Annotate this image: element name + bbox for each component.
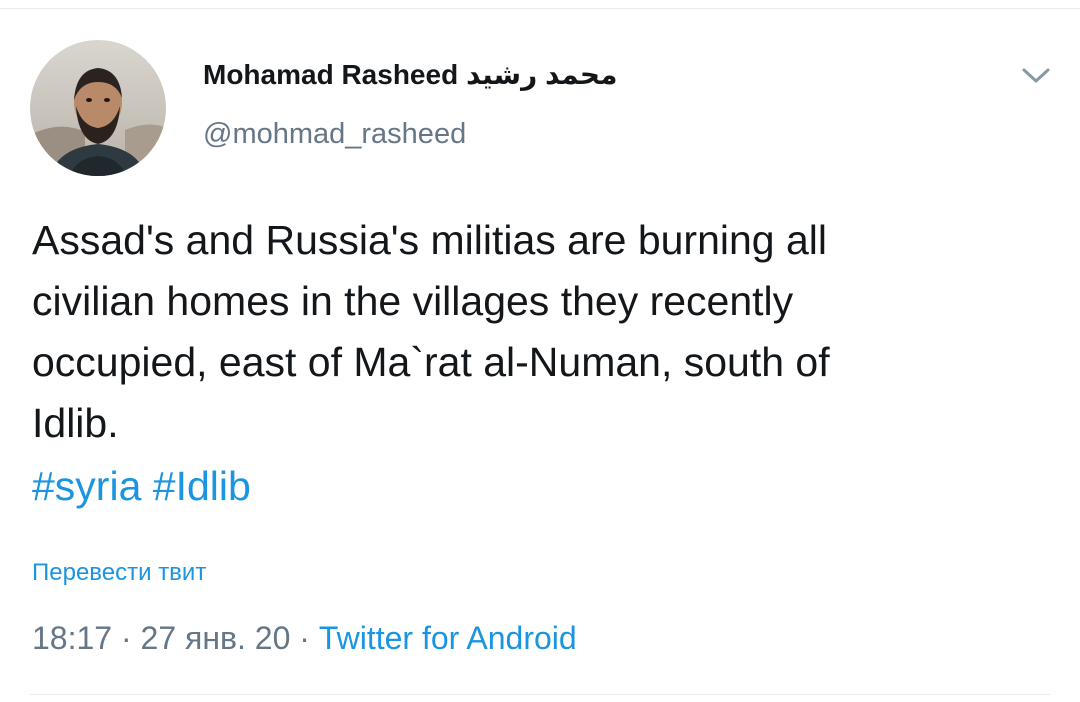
tweet-text-line: civilian homes in the villages they rece… — [32, 278, 794, 324]
meta-separator: · — [112, 620, 141, 656]
author-display-name[interactable]: Mohamad Rasheed محمد رشيد — [203, 58, 617, 91]
hashtag-syria-link[interactable]: #syria — [32, 463, 141, 509]
hashtag-idlib-link[interactable]: #Idlib — [153, 463, 251, 509]
tweet-text-line: Idlib. — [32, 400, 119, 446]
top-divider — [0, 8, 1080, 9]
meta-separator: · — [290, 620, 319, 656]
bottom-divider — [30, 694, 1050, 695]
chevron-down-icon[interactable] — [1016, 62, 1056, 90]
tweet-text-line: occupied, east of Ma`rat al-Numan, south… — [32, 339, 830, 385]
tweet-text: Assad's and Russia's militias are burnin… — [32, 210, 1042, 454]
tweet-text-line: Assad's and Russia's militias are burnin… — [32, 217, 828, 263]
avatar[interactable] — [30, 40, 166, 176]
avatar-photo — [30, 40, 166, 176]
tweet-meta: 18:17 · 27 янв. 20 · Twitter for Android — [32, 620, 577, 657]
tweet-time: 18:17 — [32, 620, 113, 656]
tweet-date: 27 янв. 20 — [140, 620, 291, 656]
translate-tweet-link[interactable]: Перевести твит — [32, 559, 206, 587]
author-handle[interactable]: @mohmad_rasheed — [203, 118, 466, 151]
hashtag-list: #syria #Idlib — [32, 456, 251, 517]
tweet-source-link[interactable]: Twitter for Android — [319, 620, 577, 656]
